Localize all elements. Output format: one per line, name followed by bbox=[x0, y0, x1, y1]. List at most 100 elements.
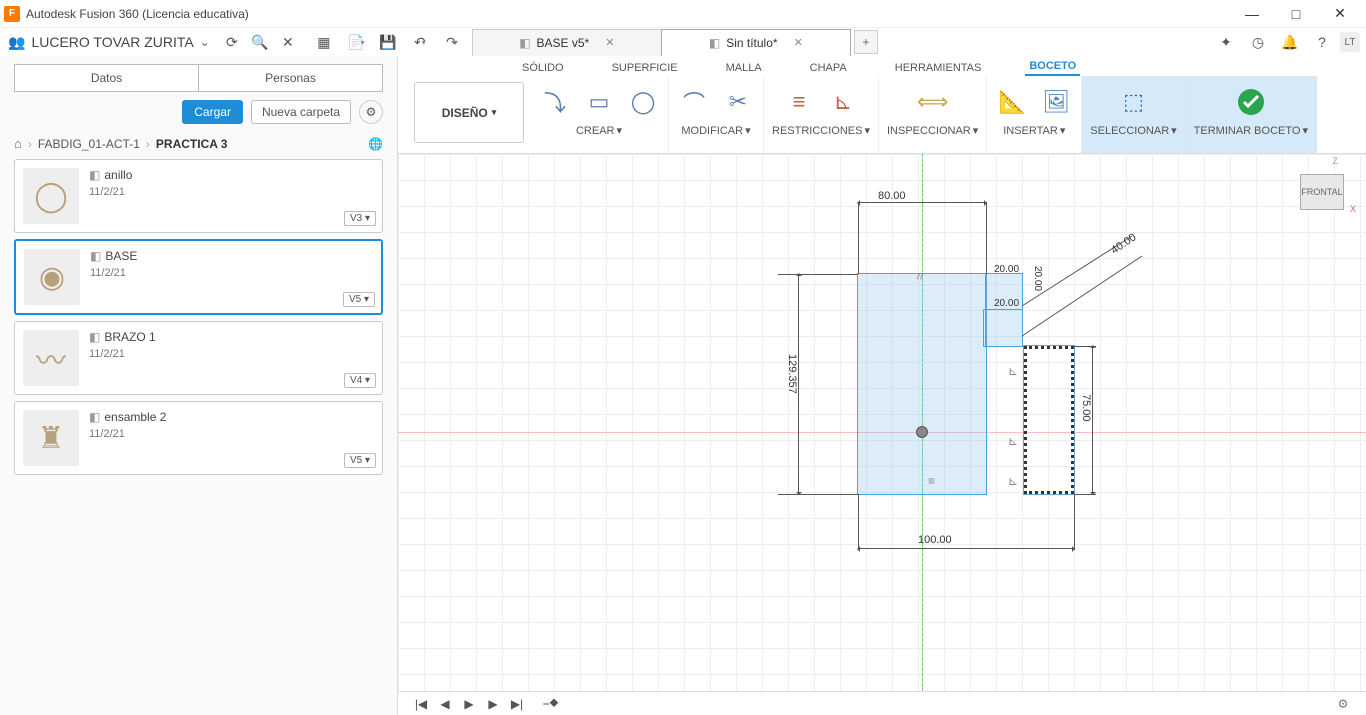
window-maximize-button[interactable]: □ bbox=[1274, 0, 1318, 28]
timeline-next-button[interactable]: ▶ bbox=[484, 695, 502, 713]
breadcrumb-separator: › bbox=[28, 137, 32, 151]
breadcrumb-item[interactable]: PRACTICA 3 bbox=[156, 137, 228, 151]
app-icon: F bbox=[4, 6, 20, 22]
dimension-extent bbox=[778, 494, 858, 495]
new-folder-button[interactable]: Nueva carpeta bbox=[251, 100, 351, 124]
perpendicular-constraint-button[interactable]: ⊾ bbox=[826, 85, 860, 119]
save-button[interactable]: 💾 bbox=[374, 28, 402, 56]
upload-button[interactable]: Cargar bbox=[182, 100, 243, 124]
timeline-prev-button[interactable]: ◀ bbox=[436, 695, 454, 713]
trim-tool-button[interactable]: ✂ bbox=[721, 85, 755, 119]
file-list: ◯ ◧anillo 11/2/21 V3 ▾ ◉ ◧BASE 11/2/21 V… bbox=[0, 159, 397, 475]
version-dropdown[interactable]: V4 ▾ bbox=[344, 373, 376, 388]
measure-tool-button[interactable]: ⟺ bbox=[916, 85, 950, 119]
app-header: 👥 LUCERO TOVAR ZURITA ⌄ ⟳ 🔍 ✕ ▦ 📄▾ 💾 ↶▾ … bbox=[0, 28, 1366, 56]
insert-image-button[interactable]: 🖼 bbox=[1039, 85, 1073, 119]
undo-button[interactable]: ↶▾ bbox=[406, 28, 434, 56]
sketch-geometry[interactable]: 〃 ⊾ ⊾ ⊾ ≡ bbox=[858, 274, 1078, 494]
viewcube-face[interactable]: FRONTAL bbox=[1300, 174, 1344, 210]
version-dropdown[interactable]: V5 ▾ bbox=[344, 453, 376, 468]
tab-close-button[interactable]: ✕ bbox=[605, 36, 614, 49]
ribbon-label[interactable]: INSPECCIONAR ▾ bbox=[887, 124, 978, 137]
ribbon-label[interactable]: INSERTAR ▾ bbox=[1003, 124, 1065, 137]
dimension-label[interactable]: 20.00 bbox=[994, 264, 1019, 275]
title-bar: F Autodesk Fusion 360 (Licencia educativ… bbox=[0, 0, 1366, 28]
insert-derive-button[interactable]: 📐 bbox=[995, 85, 1029, 119]
sketch-center-point[interactable] bbox=[916, 426, 928, 438]
tab-datos[interactable]: Datos bbox=[14, 64, 199, 92]
search-button[interactable]: 🔍 bbox=[246, 28, 274, 56]
ws-tab-malla[interactable]: MALLA bbox=[722, 60, 766, 76]
file-name: BRAZO 1 bbox=[104, 330, 155, 344]
timeline-play-button[interactable]: ▶ bbox=[460, 695, 478, 713]
window-close-button[interactable]: ✕ bbox=[1318, 0, 1362, 28]
timeline-marker[interactable]: ⎯◆ bbox=[542, 695, 560, 713]
window-minimize-button[interactable]: — bbox=[1230, 0, 1274, 28]
ws-tab-herramientas[interactable]: HERRAMIENTAS bbox=[891, 60, 986, 76]
finish-sketch-button[interactable] bbox=[1234, 85, 1268, 119]
ribbon-group-modificar: ⌒ ✂ MODIFICAR ▾ bbox=[669, 76, 764, 153]
document-tab[interactable]: ◧ Sin título* ✕ bbox=[661, 29, 851, 56]
select-tool-button[interactable]: ⬚ bbox=[1116, 85, 1150, 119]
panel-settings-button[interactable]: ⚙ bbox=[359, 100, 383, 124]
user-avatar[interactable]: LT bbox=[1340, 32, 1360, 52]
ribbon-label[interactable]: TERMINAR BOCETO ▾ bbox=[1194, 124, 1308, 137]
job-status-button[interactable]: ◷ bbox=[1244, 28, 1272, 56]
cube-icon: ◧ bbox=[90, 249, 101, 263]
canvas-viewport[interactable]: 〃 ⊾ ⊾ ⊾ ≡ 80.00 20.00 20.00 20.00 40.00 … bbox=[398, 154, 1366, 691]
file-menu-button[interactable]: 📄▾ bbox=[342, 28, 370, 56]
tab-close-button[interactable]: ✕ bbox=[794, 36, 803, 49]
rectangle-tool-button[interactable]: ▭ bbox=[582, 85, 616, 119]
timeline-start-button[interactable]: |◀ bbox=[412, 695, 430, 713]
dimension-label[interactable]: 129.357 bbox=[786, 354, 798, 394]
team-dropdown[interactable]: 👥 LUCERO TOVAR ZURITA ⌄ bbox=[0, 28, 218, 56]
document-tab[interactable]: ◧ BASE v5* ✕ bbox=[472, 29, 662, 56]
home-icon[interactable]: ⌂ bbox=[14, 136, 22, 151]
horizontal-constraint-button[interactable]: ≡ bbox=[782, 85, 816, 119]
line-tool-button[interactable]: ⤵ bbox=[538, 85, 572, 119]
dimension-label[interactable]: 80.00 bbox=[878, 190, 906, 202]
new-tab-button[interactable]: + bbox=[854, 30, 878, 54]
file-date: 11/2/21 bbox=[89, 186, 132, 198]
dimension-label[interactable]: 20.00 bbox=[1032, 266, 1043, 291]
file-card[interactable]: ♜ ◧ensamble 2 11/2/21 V5 ▾ bbox=[14, 401, 383, 475]
dimension-label[interactable]: 100.00 bbox=[918, 534, 952, 546]
grid-apps-button[interactable]: ▦ bbox=[310, 28, 338, 56]
breadcrumb-item[interactable]: FABDIG_01-ACT-1 bbox=[38, 137, 140, 151]
file-card[interactable]: 〰 ◧BRAZO 1 11/2/21 V4 ▾ bbox=[14, 321, 383, 395]
ws-tab-solido[interactable]: SÓLIDO bbox=[518, 60, 568, 76]
globe-icon[interactable]: 🌐 bbox=[368, 137, 383, 151]
dimension-label[interactable]: 20.00 bbox=[994, 298, 1019, 309]
version-dropdown[interactable]: V3 ▾ bbox=[344, 211, 376, 226]
file-thumbnail: ♜ bbox=[23, 410, 79, 466]
workspace-dropdown[interactable]: DISEÑO▾ bbox=[414, 82, 524, 143]
ribbon: DISEÑO▾ ⤵ ▭ ◯ CREAR ▾ ⌒ ✂ MODIFICAR ▾ bbox=[398, 76, 1366, 154]
file-date: 11/2/21 bbox=[89, 348, 156, 360]
sketch-rect-main[interactable] bbox=[858, 274, 986, 494]
circle-tool-button[interactable]: ◯ bbox=[626, 85, 660, 119]
ws-tab-boceto[interactable]: BOCETO bbox=[1025, 58, 1080, 76]
ribbon-label[interactable]: SELECCIONAR ▾ bbox=[1090, 124, 1176, 137]
redo-button[interactable]: ↷▾ bbox=[438, 28, 466, 56]
help-button[interactable]: ? bbox=[1308, 28, 1336, 56]
version-dropdown[interactable]: V5 ▾ bbox=[343, 292, 375, 307]
ribbon-label[interactable]: RESTRICCIONES ▾ bbox=[772, 124, 870, 137]
refresh-button[interactable]: ⟳ bbox=[218, 28, 246, 56]
notifications-button[interactable]: 🔔 bbox=[1276, 28, 1304, 56]
panel-close-button[interactable]: ✕ bbox=[274, 28, 302, 56]
sketch-rect-small[interactable] bbox=[984, 310, 1022, 346]
ws-tab-superficie[interactable]: SUPERFICIE bbox=[608, 60, 682, 76]
fillet-tool-button[interactable]: ⌒ bbox=[677, 85, 711, 119]
view-cube[interactable]: Z FRONTAL X bbox=[1294, 160, 1352, 218]
dimension-label[interactable]: 75.00 bbox=[1080, 394, 1092, 422]
file-card[interactable]: ◉ ◧BASE 11/2/21 V5 ▾ bbox=[14, 239, 383, 315]
ribbon-group-insertar: 📐 🖼 INSERTAR ▾ bbox=[987, 76, 1082, 153]
ws-tab-chapa[interactable]: CHAPA bbox=[806, 60, 851, 76]
timeline-settings-button[interactable]: ⚙ bbox=[1334, 695, 1352, 713]
extensions-button[interactable]: ✦ bbox=[1212, 28, 1240, 56]
ribbon-label[interactable]: MODIFICAR ▾ bbox=[681, 124, 750, 137]
tab-personas[interactable]: Personas bbox=[199, 64, 383, 92]
file-card[interactable]: ◯ ◧anillo 11/2/21 V3 ▾ bbox=[14, 159, 383, 233]
timeline-end-button[interactable]: ▶| bbox=[508, 695, 526, 713]
ribbon-label[interactable]: CREAR ▾ bbox=[576, 124, 622, 137]
